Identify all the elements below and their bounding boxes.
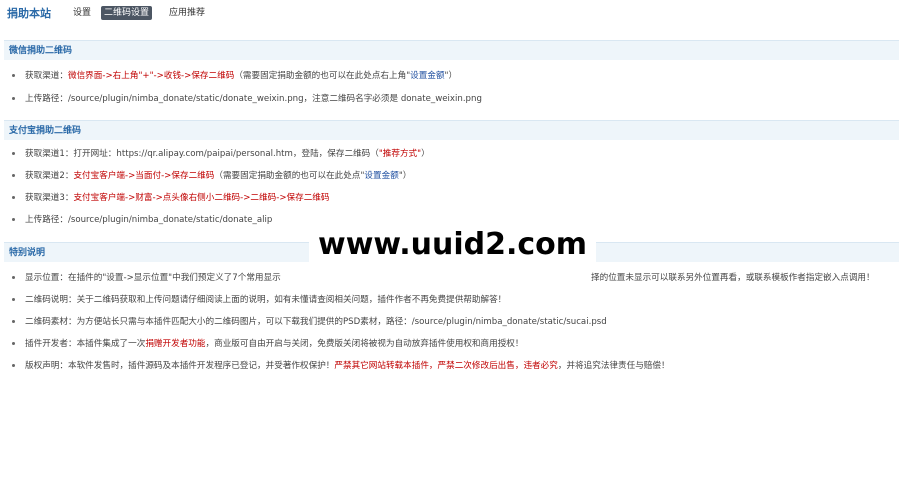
set-amount-link[interactable]: 设置金额 xyxy=(410,71,444,81)
tab-qrcode-settings[interactable]: 二维码设置 xyxy=(101,6,153,20)
bullet-icon xyxy=(12,218,15,221)
list-item: 获取渠道1：打开网址：https://qr.alipay.com/paipai/… xyxy=(12,147,430,161)
bullet-icon xyxy=(12,342,15,345)
tab-settings[interactable]: 设置 xyxy=(70,6,94,20)
site-title: 捐助本站 xyxy=(7,7,51,20)
bullet-icon xyxy=(12,196,15,199)
bullet-icon xyxy=(12,174,15,177)
list-item: 上传路径：/source/plugin/nimba_donate/static/… xyxy=(12,213,272,227)
top-nav: 捐助本站 设置 二维码设置 应用推荐 xyxy=(0,0,899,26)
list-item: 插件开发者：本插件集成了一次捐赠开发者功能，商业版可自由开启与关闭，免费版关闭将… xyxy=(12,337,523,351)
section-header-wechat: 微信捐助二维码 xyxy=(4,40,899,60)
tab-app-recommend[interactable]: 应用推荐 xyxy=(166,6,208,20)
list-item-tail: 择的位置未显示可以联系另外位置再看，或联系模板作者指定嵌入点调用！ xyxy=(591,273,875,283)
list-item: 显示位置：在插件的"设置->显示位置"中我们预定义了7个常用显示 xyxy=(12,271,281,285)
section-header-alipay: 支付宝捐助二维码 xyxy=(4,120,899,140)
bullet-icon xyxy=(12,320,15,323)
list-item: 获取渠道3：支付宝客户端->财富->点头像右侧小二维码->二维码->保存二维码 xyxy=(12,191,330,205)
bullet-icon xyxy=(12,364,15,367)
list-item: 二维码说明：关于二维码获取和上传问题请仔细阅读上面的说明，如有未懂请查阅相关问题… xyxy=(12,293,506,307)
bullet-icon xyxy=(12,152,15,155)
list-item: 版权声明：本软件发售时，插件源码及本插件开发程序已登记，并受著作权保护！严禁其它… xyxy=(12,359,670,373)
list-item: 获取渠道2：支付宝客户端->当面付->保存二维码（需要固定捐助金额的也可以在此处… xyxy=(12,169,411,183)
overlay-mask xyxy=(305,266,591,284)
bullet-icon xyxy=(12,298,15,301)
list-item: 二维码素材：为方便站长只需与本插件匹配大小的二维码图片，可以下载我们提供的PSD… xyxy=(12,315,607,329)
set-amount-link[interactable]: 设置金额 xyxy=(364,171,398,181)
list-item: 获取渠道：微信界面->右上角"+"->收钱->保存二维码（需要固定捐助金额的也可… xyxy=(12,69,457,83)
bullet-icon xyxy=(12,97,15,100)
list-item: 上传路径：/source/plugin/nimba_donate/static/… xyxy=(12,92,482,106)
bullet-icon xyxy=(12,276,15,279)
bullet-icon xyxy=(12,74,15,77)
watermark-text: www.uuid2.com xyxy=(309,224,596,266)
